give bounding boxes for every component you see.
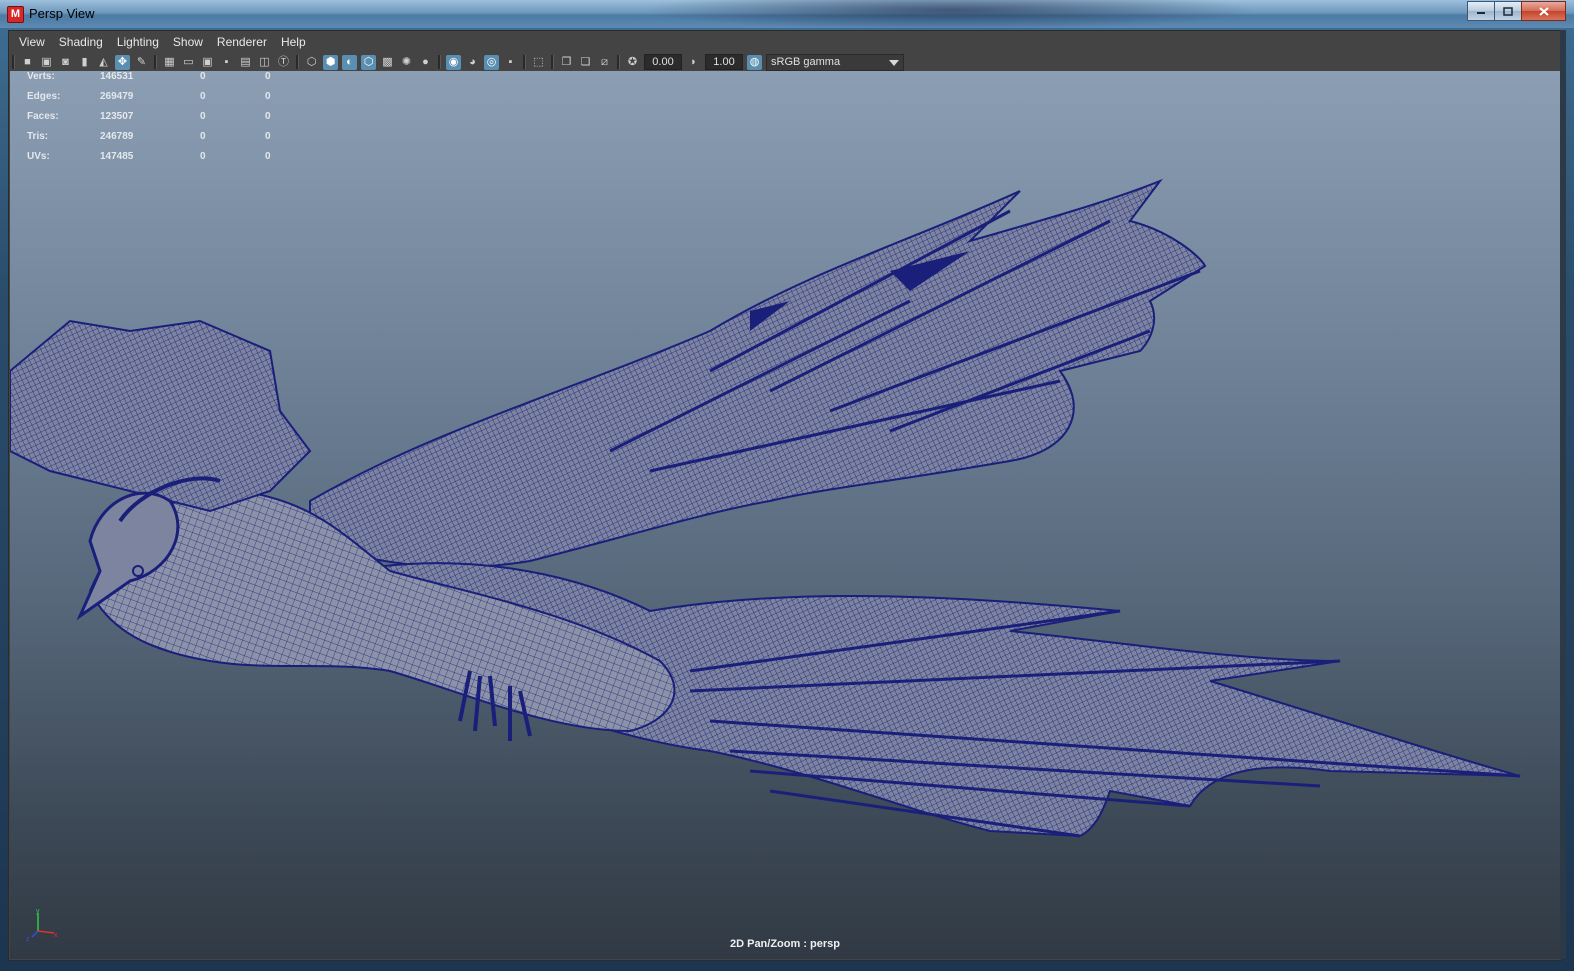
maximize-icon xyxy=(1503,6,1513,16)
toolbar-separator xyxy=(296,55,299,69)
toolbar-separator xyxy=(523,55,526,69)
screen-space-ao-icon[interactable]: ◉ xyxy=(446,54,461,70)
panel-toolbar: ■ ▣ ◙ ▮ ◭ ✥ ✎ ▦ ▭ ▣ ▪ ▤ ◫ Ⓣ ⬡ ⬢ ◐ ⬡ ▩ ✺ … xyxy=(9,53,1561,71)
xray-joints-icon[interactable]: ⧄ xyxy=(597,55,612,70)
smooth-shade-icon[interactable]: ⬢ xyxy=(323,54,338,70)
minimize-button[interactable] xyxy=(1467,1,1495,21)
hud-label: Verts: xyxy=(27,71,55,82)
hud-row-uvs: UVs: 147485 0 0 xyxy=(27,151,297,171)
textured-icon[interactable]: ▩ xyxy=(380,55,395,70)
hud-value-selected: 0 xyxy=(200,151,206,162)
hud-label: Faces: xyxy=(27,111,59,122)
menu-view[interactable]: View xyxy=(19,35,45,49)
grid-icon[interactable]: ▦ xyxy=(162,55,177,70)
poly-count-hud: Verts: 146531 0 0 Edges: 269479 0 0 Face… xyxy=(27,71,297,171)
hud-label: Edges: xyxy=(27,91,61,102)
hud-value-total: 123507 xyxy=(100,111,134,122)
hud-value-selected: 0 xyxy=(200,111,206,122)
persp-viewport[interactable]: Verts: 146531 0 0 Edges: 269479 0 0 Face… xyxy=(10,71,1560,959)
gate-mask-icon[interactable]: ▪ xyxy=(219,55,234,70)
menu-help[interactable]: Help xyxy=(281,35,306,49)
color-management-icon[interactable]: ◍ xyxy=(747,54,762,70)
gamma-field[interactable]: 1.00 xyxy=(705,54,743,70)
panel-menu-bar: View Shading Lighting Show Renderer Help xyxy=(9,31,1561,53)
window-controls xyxy=(1467,1,1566,21)
hud-value-selected: 0 xyxy=(200,91,206,102)
maya-app-icon[interactable]: M xyxy=(7,6,24,23)
wireframe-icon[interactable]: ⬡ xyxy=(304,55,319,70)
minimize-icon xyxy=(1477,12,1485,14)
safe-action-icon[interactable]: ◫ xyxy=(257,55,272,70)
default-material-icon[interactable]: ◐ xyxy=(342,54,357,70)
maximize-button[interactable] xyxy=(1494,1,1522,21)
hud-row-faces: Faces: 123507 0 0 xyxy=(27,111,297,131)
hud-value-selected: 0 xyxy=(200,71,206,82)
camera-attributes-icon[interactable]: ▣ xyxy=(39,55,54,70)
model-panel: View Shading Lighting Show Renderer Help… xyxy=(8,30,1562,961)
toolbar-separator xyxy=(617,55,620,69)
chevron-down-icon xyxy=(889,59,899,66)
depth-of-field-icon[interactable]: ▪ xyxy=(503,55,518,70)
hud-label: Tris: xyxy=(27,131,49,142)
svg-text:y: y xyxy=(36,909,40,915)
film-gate-icon[interactable]: ▭ xyxy=(181,55,196,70)
close-icon xyxy=(1538,6,1549,16)
toolbar-separator xyxy=(154,55,157,69)
hud-label: UVs: xyxy=(27,151,50,162)
exposure-field[interactable]: 0.00 xyxy=(644,54,682,70)
hud-value-total: 246789 xyxy=(100,131,134,142)
hud-value-other: 0 xyxy=(265,111,271,122)
exposure-icon[interactable]: ✪ xyxy=(625,55,640,70)
view-transform-value: sRGB gamma xyxy=(771,55,841,68)
field-chart-icon[interactable]: ▤ xyxy=(238,55,253,70)
grease-pencil-icon[interactable]: ✎ xyxy=(134,55,149,70)
right-edge-strip xyxy=(1560,30,1566,959)
safe-title-icon[interactable]: Ⓣ xyxy=(276,55,291,70)
anti-aliasing-icon[interactable]: ◎ xyxy=(484,54,499,70)
xray-icon[interactable]: ❐ xyxy=(559,55,574,70)
title-bar-glow xyxy=(640,0,1260,30)
camera-name-label: 2D Pan/Zoom : persp xyxy=(729,938,841,950)
hud-value-other: 0 xyxy=(265,91,271,102)
toolbar-separator xyxy=(12,55,15,69)
hud-value-other: 0 xyxy=(265,131,271,142)
xray-active-icon[interactable]: ❏ xyxy=(578,55,593,70)
title-bar[interactable]: M Persp View xyxy=(0,0,1574,30)
menu-show[interactable]: Show xyxy=(173,35,203,49)
hud-value-other: 0 xyxy=(265,71,271,82)
hud-value-selected: 0 xyxy=(200,131,206,142)
select-camera-icon[interactable]: ■ xyxy=(20,55,35,70)
window-title: Persp View xyxy=(29,6,95,21)
hud-value-other: 0 xyxy=(265,151,271,162)
hud-row-tris: Tris: 246789 0 0 xyxy=(27,131,297,151)
hud-row-edges: Edges: 269479 0 0 xyxy=(27,91,297,111)
hud-value-total: 269479 xyxy=(100,91,134,102)
pan-zoom-icon[interactable]: ✥ xyxy=(115,54,130,70)
menu-renderer[interactable]: Renderer xyxy=(217,35,267,49)
isolate-select-icon[interactable]: ⬚ xyxy=(531,55,546,70)
resolution-gate-icon[interactable]: ▣ xyxy=(200,55,215,70)
hud-row-verts: Verts: 146531 0 0 xyxy=(27,71,297,91)
menu-lighting[interactable]: Lighting xyxy=(117,35,159,49)
toolbar-separator xyxy=(438,55,441,69)
image-plane-icon[interactable]: ◭ xyxy=(96,55,111,70)
wireframe-on-shaded-icon[interactable]: ⬡ xyxy=(361,54,376,70)
toolbar-separator xyxy=(551,55,554,69)
hud-value-total: 147485 xyxy=(100,151,134,162)
shadows-icon[interactable]: ● xyxy=(418,55,433,70)
window-frame: M Persp View View Shading Lighting Show … xyxy=(0,0,1574,971)
motion-blur-icon[interactable]: ◕ xyxy=(465,55,480,70)
upper-wing xyxy=(309,178,1207,568)
gamma-icon[interactable]: ◗ xyxy=(686,55,701,70)
phoenix-wireframe-model xyxy=(10,178,1521,838)
bookmark-camera-icon[interactable]: ◙ xyxy=(58,55,73,70)
hud-value-total: 146531 xyxy=(100,71,134,82)
view-transform-dropdown[interactable]: sRGB gamma xyxy=(766,53,904,71)
menu-shading[interactable]: Shading xyxy=(59,35,103,49)
close-button[interactable] xyxy=(1521,1,1566,21)
bookmark-icon[interactable]: ▮ xyxy=(77,55,92,70)
lights-icon[interactable]: ✺ xyxy=(399,55,414,70)
